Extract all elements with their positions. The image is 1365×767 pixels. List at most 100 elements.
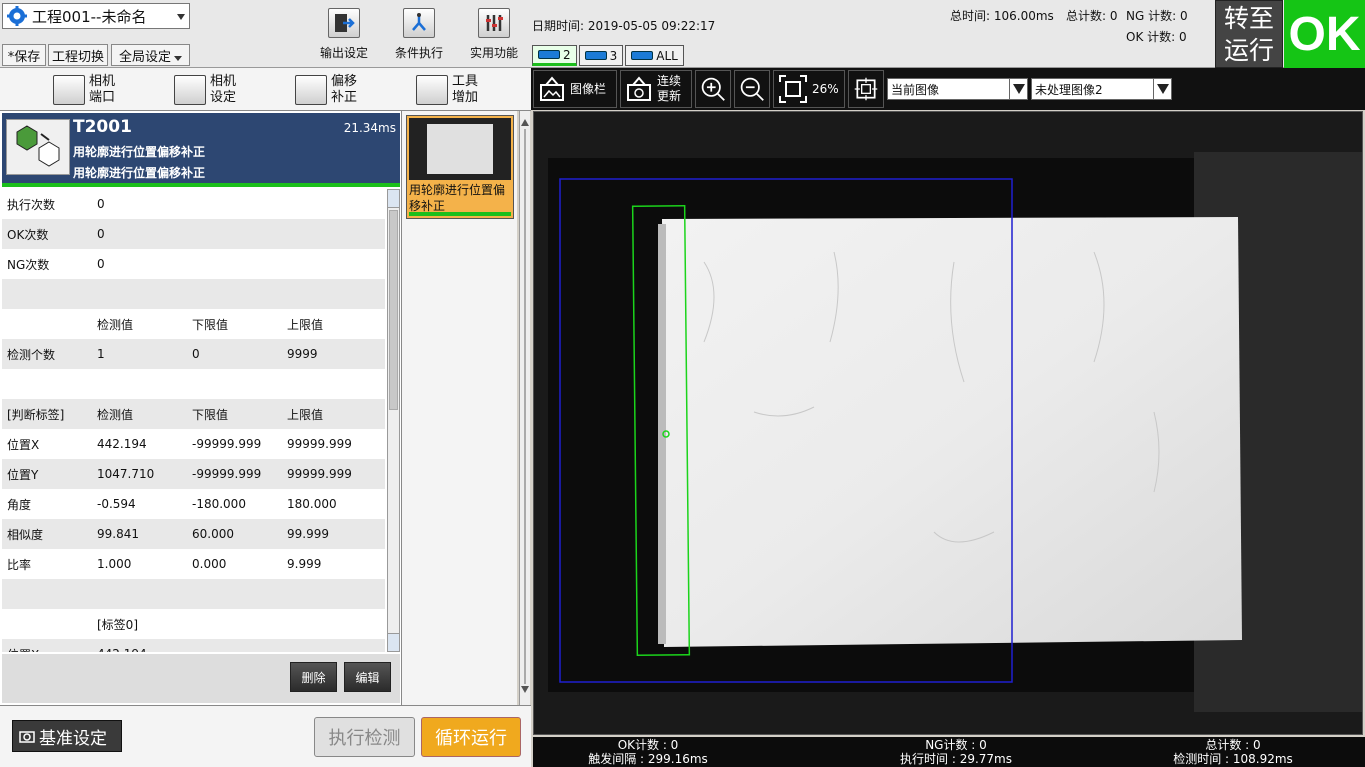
scroll-thumb[interactable]	[389, 210, 398, 410]
total-count: 总计数: 0	[1066, 9, 1118, 23]
camera-port-icon	[53, 75, 85, 105]
switch-project-button[interactable]: 工程切换	[48, 44, 108, 66]
table-row: 检测个数 1 0 9999	[2, 339, 385, 369]
fit-view-icon	[779, 75, 807, 103]
camera-settings-button[interactable]: 相机 设定	[174, 72, 236, 108]
table-cell: 9999	[287, 347, 318, 361]
table-cell: 99.841	[97, 527, 139, 541]
loop-run-button[interactable]: 循环运行	[421, 717, 521, 757]
table-cell: 下限值	[192, 317, 229, 332]
table-row: 位置X 442.194 -99999.999 99999.999	[2, 429, 385, 459]
image-bar-button[interactable]: 图像栏	[533, 70, 617, 108]
status-ok-count: OK计数 : 0	[617, 738, 679, 752]
table-row: 位置X442.194	[2, 639, 385, 652]
table-cell: -99999.999	[192, 467, 262, 481]
thumbnail-scrollbar[interactable]	[519, 111, 530, 705]
roi-view-button[interactable]	[848, 70, 884, 108]
status-exec-time: 执行时间 : 29.77ms	[900, 752, 1012, 766]
image-viewport[interactable]	[533, 111, 1363, 735]
total-time: 总时间: 106.00ms	[950, 9, 1054, 23]
camera-icon	[538, 50, 560, 59]
delete-button[interactable]: 删除	[290, 662, 337, 692]
camera-tab-all[interactable]: ALL	[625, 45, 684, 66]
table-cell: 0	[97, 227, 105, 241]
table-row: 相似度 99.841 60.000 99.999	[2, 519, 385, 549]
table-cell: 60.000	[192, 527, 234, 541]
table-row: 比率 1.000 0.000 9.999	[2, 549, 385, 579]
tool-description: 用轮廓进行位置偏移补正	[73, 166, 206, 180]
execute-detection-button[interactable]: 执行检测	[314, 717, 415, 757]
scroll-up-icon[interactable]	[521, 119, 529, 126]
camera-icon	[584, 51, 607, 60]
table-cell: [标签0]	[97, 617, 138, 632]
table-cell: 99999.999	[287, 437, 352, 451]
tool-panel: T2001 21.34ms 用轮廓进行位置偏移补正 用轮廓进行位置偏移补正 执行…	[0, 111, 402, 705]
image-type-select[interactable]: 未处理图像2	[1031, 78, 1172, 100]
table-cell: 99999.999	[287, 467, 352, 481]
table-row: 位置Y 1047.710 -99999.999 99999.999	[2, 459, 385, 489]
save-button[interactable]: *保存	[2, 44, 46, 66]
output-settings-button[interactable]: 输出设定	[309, 8, 379, 64]
table-cell: 检测值	[97, 317, 134, 332]
camera-settings-icon	[174, 75, 206, 105]
zoom-level: 26%	[812, 81, 839, 96]
bottom-controls: 基准设定 执行检测 循环运行	[0, 705, 531, 767]
table-cell: [判断标签]	[7, 407, 65, 422]
add-tool-button[interactable]: 工具 增加	[416, 72, 478, 108]
table-cell: 检测个数	[7, 347, 56, 362]
base-settings-button[interactable]: 基准设定	[12, 720, 122, 752]
image-bar-icon	[540, 76, 564, 101]
left-toolbar: 相机 端口 相机 设定 偏移 补正 工具 增加	[0, 68, 531, 111]
table-cell: -180.000	[192, 497, 246, 511]
camera-tab-2[interactable]: 2	[532, 45, 577, 66]
table-cell: 99.999	[287, 527, 329, 541]
result-badge: OK	[1284, 0, 1365, 68]
table-row: 检测值 下限值 上限值	[2, 309, 385, 339]
chevron-down-icon	[174, 55, 182, 61]
status-total-count: 总计数 : 0	[1205, 738, 1261, 752]
tool-id: T2001	[73, 117, 132, 137]
ok-count: OK 计数: 0	[1126, 30, 1187, 44]
chevron-down-icon	[1153, 79, 1171, 99]
condition-exec-button[interactable]: 条件执行	[384, 8, 454, 64]
table-cell: 执行次数	[7, 197, 56, 212]
table-row: [标签0]	[2, 609, 385, 639]
offset-button[interactable]: 偏移 补正	[295, 72, 357, 108]
utility-icon	[478, 8, 510, 38]
table-cell: NG次数	[7, 257, 50, 272]
camera-tab-3[interactable]: 3	[578, 45, 624, 66]
table-scrollbar[interactable]	[387, 189, 400, 652]
tool-description: 用轮廓进行位置偏移补正	[73, 145, 206, 159]
table-cell: 检测值	[97, 407, 134, 422]
datetime-readout: 日期时间: 2019-05-05 09:22:17	[532, 19, 716, 33]
edit-button[interactable]: 编辑	[344, 662, 391, 692]
table-cell: 0	[97, 197, 105, 211]
continuous-update-button[interactable]: 连续 更新	[620, 70, 692, 108]
scroll-down-icon[interactable]	[521, 686, 529, 693]
zoom-out-button[interactable]	[734, 70, 770, 108]
camera-icon	[631, 51, 654, 60]
status-detect-time: 检测时间 : 108.92ms	[1173, 752, 1293, 766]
results-table: 执行次数 0 OK次数 0 NG次数 0 检测值 下限值 上限值 检测个数 1 0 9999 [判断标签]…	[2, 189, 385, 652]
camera-port-button[interactable]: 相机 端口	[53, 72, 115, 108]
table-cell: 0	[97, 257, 105, 271]
global-settings-button[interactable]: 全局设定	[111, 44, 190, 66]
table-cell: 相似度	[7, 527, 44, 542]
utility-button[interactable]: 实用功能	[459, 8, 529, 64]
switch-to-run-button[interactable]: 转至 运行	[1215, 0, 1283, 68]
scroll-up-icon[interactable]	[388, 190, 399, 208]
fit-view-button[interactable]: 26%	[773, 70, 845, 108]
tool-header[interactable]: T2001 21.34ms 用轮廓进行位置偏移补正 用轮廓进行位置偏移补正	[2, 113, 400, 185]
image-source-select[interactable]: 当前图像	[887, 78, 1028, 100]
table-cell: 1.000	[97, 557, 132, 571]
project-select[interactable]: 工程001--未命名	[2, 3, 190, 29]
scroll-down-icon[interactable]	[388, 633, 399, 651]
table-cell: 442.194	[97, 437, 147, 451]
table-cell: 位置Y	[7, 467, 39, 482]
table-row: 执行次数 0	[2, 189, 385, 219]
table-row	[2, 279, 385, 309]
zoom-in-button[interactable]	[695, 70, 731, 108]
tool-thumbnail[interactable]: 用轮廓进行位置偏移补正	[406, 115, 514, 219]
thumbnail-status-bar	[409, 212, 511, 216]
tool-status-strip	[2, 183, 400, 187]
